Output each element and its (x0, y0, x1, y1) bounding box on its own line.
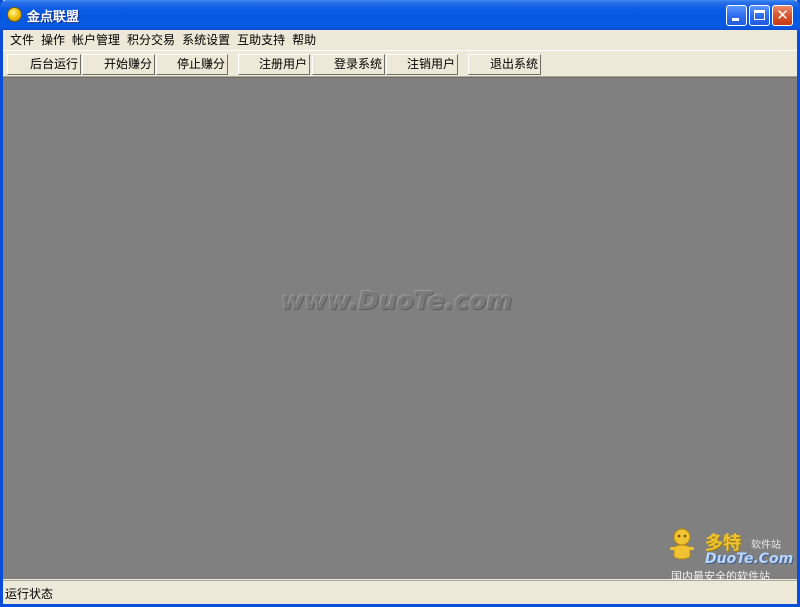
toolbar: 后台运行 开始赚分 停止赚分 注册用户 登录系统 注销用户 退出系统 (3, 50, 797, 77)
menu-file[interactable]: 文件 (3, 30, 34, 50)
close-button[interactable]: ✕ (772, 5, 793, 26)
menu-account[interactable]: 帐户管理 (65, 30, 120, 50)
status-bar: 运行状态 (3, 580, 797, 604)
title-bar[interactable]: 金点联盟 ✕ (0, 0, 800, 30)
login-button[interactable]: 登录系统 (312, 54, 385, 75)
site-logo: 多特 软件站 DuoTe.Com 国内最安全的软件站 (663, 525, 797, 583)
start-earning-button[interactable]: 开始赚分 (82, 54, 155, 75)
logo-subtitle: 软件站 (751, 540, 781, 551)
menu-bar: 文件 操作 帐户管理 积分交易 系统设置 互助支持 帮助 (3, 30, 797, 50)
background-run-button[interactable]: 后台运行 (7, 54, 81, 75)
app-window: 金点联盟 ✕ 文件 操作 帐户管理 积分交易 系统设置 互助支持 帮助 后台运行 开始赚分 … (0, 0, 800, 607)
watermark-text: www.DuoTe.com (281, 286, 513, 315)
logo-domain: DuoTe.Com (705, 551, 794, 567)
exit-button[interactable]: 退出系统 (468, 54, 541, 75)
logout-button[interactable]: 注销用户 (386, 54, 458, 75)
gold-coin-icon (7, 7, 22, 22)
status-text: 运行状态 (5, 587, 54, 601)
menu-settings[interactable]: 系统设置 (175, 30, 230, 50)
minimize-button[interactable] (726, 5, 747, 26)
maximize-icon (754, 10, 765, 20)
mascot-icon (670, 528, 694, 560)
menu-support[interactable]: 互助支持 (230, 30, 285, 50)
maximize-button[interactable] (749, 5, 770, 26)
register-user-button[interactable]: 注册用户 (238, 54, 310, 75)
workspace: www.DuoTe.com 多特 软件站 DuoTe.Com 国内最安全的软件站 (3, 77, 797, 583)
menu-operation[interactable]: 操作 (34, 30, 65, 50)
minimize-icon (732, 18, 739, 21)
stop-earning-button[interactable]: 停止赚分 (156, 54, 228, 75)
window-title: 金点联盟 (27, 10, 80, 25)
menu-points-trade[interactable]: 积分交易 (120, 30, 175, 50)
close-icon: ✕ (776, 6, 789, 24)
menu-help[interactable]: 帮助 (285, 30, 316, 50)
